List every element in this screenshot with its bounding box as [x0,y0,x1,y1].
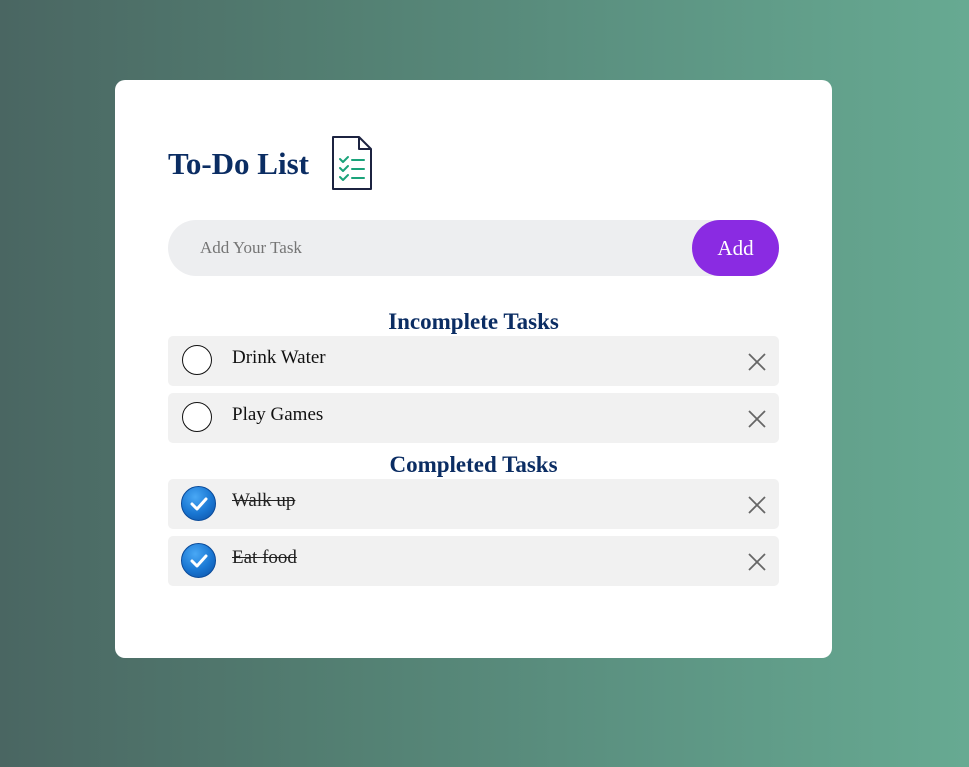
empty-circle-icon[interactable] [182,345,212,375]
task-label: Drink Water [232,347,326,368]
close-icon[interactable] [747,552,767,572]
empty-circle-icon[interactable] [182,402,212,432]
task-item: Walk up [168,479,779,529]
task-label: Eat food [232,547,297,568]
checked-circle-icon[interactable] [181,486,216,521]
app-title: To-Do List [168,145,309,181]
task-label: Walk up [232,490,296,511]
task-label: Play Games [232,404,324,425]
add-button[interactable]: Add [692,220,779,276]
task-item: Play Games [168,393,779,443]
close-icon[interactable] [747,409,767,429]
close-icon[interactable] [747,495,767,515]
todo-card: To-Do List Add Incomplete Tasks Drink Wa… [115,80,832,658]
incomplete-tasks-heading: Incomplete Tasks [388,309,559,334]
checked-circle-icon[interactable] [181,543,216,578]
completed-tasks-heading: Completed Tasks [389,452,558,477]
add-task-bar: Add [168,220,779,276]
app-header: To-Do List [168,135,373,191]
incomplete-task-list: Drink Water Play Games [168,336,779,450]
close-icon[interactable] [747,352,767,372]
completed-task-list: Walk up Eat food [168,479,779,593]
task-item: Eat food [168,536,779,586]
task-item: Drink Water [168,336,779,386]
checklist-document-icon [331,136,372,190]
task-input[interactable] [200,220,680,276]
